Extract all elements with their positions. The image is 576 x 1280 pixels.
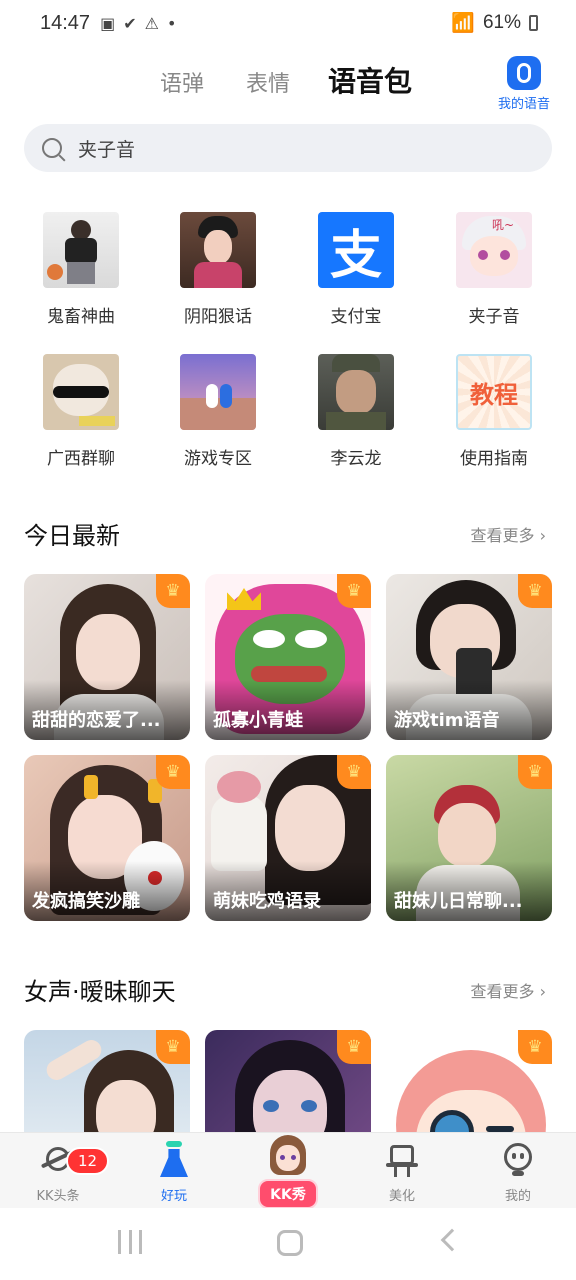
crown-icon: ♛ — [337, 574, 371, 608]
voice-pack-card[interactable]: ♛ 游戏tim语音 — [386, 574, 552, 740]
tab-voice-pack[interactable]: 语音包 — [328, 60, 412, 100]
crown-icon: ♛ — [156, 1030, 190, 1064]
nav-fun[interactable]: 好玩 — [124, 1141, 224, 1204]
category-item[interactable]: 鬼畜神曲 — [26, 212, 136, 327]
view-more-label: 查看更多 — [470, 982, 535, 1001]
kk-show-label: KK秀 — [258, 1179, 318, 1209]
card-title: 游戏tim语音 — [394, 710, 500, 731]
avatar — [266, 1133, 310, 1177]
search-query: 夹子音 — [78, 138, 136, 161]
category-thumbnail: 教程 — [456, 354, 532, 430]
crown-icon: ♛ — [518, 755, 552, 789]
category-item[interactable]: 吼~ 夹子音 — [439, 212, 549, 327]
system-navigation-bar — [0, 1208, 576, 1280]
crown-icon: ♛ — [518, 574, 552, 608]
category-item[interactable]: 游戏专区 — [163, 354, 273, 469]
category-item[interactable]: 李云龙 — [301, 354, 411, 469]
recent-apps-icon[interactable] — [118, 1230, 142, 1254]
warning-icon: ⚠ — [144, 13, 159, 33]
category-item[interactable]: 广西群聊 — [26, 354, 136, 469]
category-name: 夹子音 — [468, 307, 520, 327]
category-thumbnail — [180, 354, 256, 430]
nav-headline[interactable]: KK头条 12 — [8, 1141, 110, 1204]
nav-me[interactable]: 我的 — [468, 1141, 568, 1204]
section-title-female: 女声·暧昧聊天 — [24, 978, 176, 1006]
category-name: 使用指南 — [460, 449, 528, 469]
category-name: 鬼畜神曲 — [47, 307, 115, 327]
voice-pack-card[interactable]: ♛ 萌妹吃鸡语录 — [205, 755, 371, 921]
voice-pack-card[interactable]: ♛ 甜甜的恋爱了... — [24, 574, 190, 740]
status-bar: 14:47 ▣ ✔ ⚠ • 📶 61% — [0, 0, 576, 46]
check-icon: ✔ — [123, 13, 137, 33]
easel-icon — [384, 1141, 420, 1177]
microphone-icon — [507, 56, 541, 90]
category-item[interactable]: 阴阳狠话 — [163, 212, 273, 327]
back-icon[interactable] — [440, 1228, 464, 1252]
category-thumbnail — [180, 212, 256, 288]
crown-icon: ♛ — [337, 1030, 371, 1064]
category-thumbnail — [318, 354, 394, 430]
category-thumbnail — [43, 354, 119, 430]
nav-me-label: 我的 — [504, 1189, 531, 1204]
nav-beauty[interactable]: 美化 — [352, 1141, 452, 1204]
category-name: 李云龙 — [330, 449, 382, 469]
top-tabs: 语弹 表情 语音包 我的语音 — [0, 52, 576, 112]
search-icon — [42, 138, 62, 158]
card-title: 萌妹吃鸡语录 — [213, 891, 321, 912]
tutorial-label: 教程 — [470, 380, 518, 409]
nav-fun-label: 好玩 — [160, 1189, 187, 1204]
notification-badge: 12 — [66, 1147, 110, 1175]
category-thumbnail: 吼~ — [456, 212, 532, 288]
category-name: 游戏专区 — [184, 449, 252, 469]
battery-icon — [529, 15, 538, 31]
tab-yudan[interactable]: 语弹 — [160, 66, 204, 98]
tab-voice-pack-label: 语音包 — [328, 65, 413, 98]
card-title: 孤寡小青蛙 — [213, 710, 303, 731]
voice-pack-card[interactable]: ♛ 甜妹儿日常聊... — [386, 755, 552, 921]
crown-icon: ♛ — [156, 755, 190, 789]
nav-beauty-label: 美化 — [388, 1189, 415, 1204]
bottom-navigation: KK头条 12 好玩 KK秀 美化 我的 — [0, 1132, 576, 1209]
wifi-icon: 📶 — [451, 13, 475, 34]
crown-icon: ♛ — [518, 1030, 552, 1064]
section-title-today: 今日最新 — [24, 522, 120, 550]
category-thumbnail-text: 吼~ — [492, 218, 515, 232]
category-item[interactable]: 教程 使用指南 — [439, 354, 549, 469]
category-name: 支付宝 — [330, 307, 382, 327]
home-icon[interactable] — [277, 1230, 303, 1256]
my-voice-label: 我的语音 — [497, 97, 550, 112]
search-bar[interactable]: 夹子音 — [24, 124, 552, 172]
voice-pack-card[interactable]: ♛ 孤寡小青蛙 — [205, 574, 371, 740]
card-title: 甜甜的恋爱了... — [32, 710, 161, 731]
voice-pack-card[interactable]: ♛ 发疯搞笑沙雕 — [24, 755, 190, 921]
chevron-right-icon: › — [539, 982, 546, 1001]
gallery-icon: ▣ — [100, 13, 116, 33]
battery-level: 61% — [482, 12, 521, 33]
dot-icon: • — [166, 13, 177, 33]
category-thumbnail — [43, 212, 119, 288]
category-name: 广西群聊 — [47, 449, 115, 469]
view-more-female[interactable]: 查看更多 › — [470, 978, 546, 1002]
app-screen: 14:47 ▣ ✔ ⚠ • 📶 61% 语弹 表情 语音包 我的语音 夹子音 鬼… — [0, 0, 576, 1280]
view-more-label: 查看更多 — [470, 526, 535, 545]
card-title: 发疯搞笑沙雕 — [32, 891, 140, 912]
crown-icon: ♛ — [156, 574, 190, 608]
card-title: 甜妹儿日常聊... — [394, 891, 523, 912]
my-voice-button[interactable]: 我的语音 — [492, 56, 556, 112]
alipay-glyph: 支 — [329, 225, 382, 286]
status-time: 14:47 — [40, 11, 91, 34]
view-more-today[interactable]: 查看更多 › — [470, 522, 546, 546]
nav-kk-show[interactable]: KK秀 — [238, 1133, 338, 1209]
category-name: 阴阳狠话 — [184, 307, 252, 327]
tab-emoji[interactable]: 表情 — [246, 66, 290, 98]
crown-icon: ♛ — [337, 755, 371, 789]
category-item[interactable]: 支 支付宝 — [301, 212, 411, 327]
flask-icon — [156, 1141, 192, 1177]
chevron-right-icon: › — [539, 526, 546, 545]
nav-headline-label: KK头条 — [36, 1189, 80, 1204]
profile-icon — [500, 1141, 536, 1177]
alipay-icon: 支 — [318, 212, 394, 288]
